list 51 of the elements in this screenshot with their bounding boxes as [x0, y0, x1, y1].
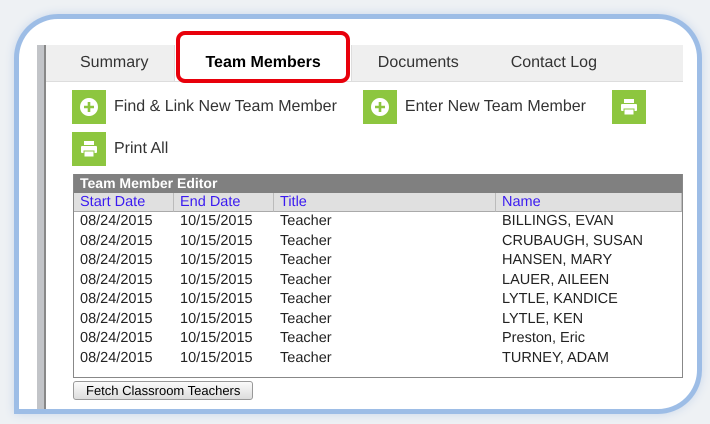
table-cell-text: 10/15/2015 — [179, 270, 254, 290]
table-cell-text: 08/24/2015 — [79, 310, 154, 328]
table-cell-text: TURNEY, ADAM — [501, 348, 610, 368]
tab[interactable]: Summary — [54, 45, 174, 81]
table-cell-text: 10/15/2015 — [179, 310, 254, 328]
table-cell-text: Teacher — [279, 348, 333, 368]
plus-icon — [79, 97, 99, 117]
table-cell-text: BILLINGS, EVAN — [501, 212, 615, 231]
table-cell-text: 10/15/2015 — [179, 348, 254, 368]
table-cell-text: 10/15/2015 — [179, 232, 254, 250]
tab[interactable]: Contact Log — [484, 45, 623, 81]
table-cell-text: 08/24/2015 — [79, 348, 154, 368]
table-cell-text: LAUER, AILEEN — [501, 270, 610, 290]
action-button[interactable]: Enter New Team Member — [362, 90, 586, 124]
table-cell-text: Teacher — [279, 290, 333, 309]
table-cell-text: Teacher — [279, 212, 333, 231]
table-cell-text: LYTLE, KANDICE — [501, 290, 619, 309]
column-header[interactable]: Title — [274, 193, 496, 212]
column-header[interactable]: End Date — [174, 193, 274, 212]
table-cell-text: LYTLE, KEN — [501, 310, 584, 328]
action-button[interactable]: Find & Link New Team Member — [72, 90, 337, 124]
table-cell-text: Teacher — [279, 232, 333, 250]
table-cell-text: 10/15/2015 — [179, 212, 254, 231]
table-cell-text: CRUBAUGH, SUSAN — [501, 232, 644, 250]
table-cell-text: 10/15/2015 — [179, 329, 254, 348]
table-cell-text: 08/24/2015 — [79, 270, 154, 290]
table-cell-text: 08/24/2015 — [79, 251, 154, 270]
table-cell-text: Teacher — [279, 251, 333, 270]
plus-icon — [370, 97, 390, 117]
table-cell-text: 08/24/2015 — [79, 232, 154, 250]
table-cell-text: 08/24/2015 — [79, 290, 154, 309]
table-cell-text: 08/24/2015 — [79, 329, 154, 348]
table-cell-text: Teacher — [279, 310, 333, 328]
table-cell-text: 10/15/2015 — [179, 290, 254, 309]
table-cell-text: Teacher — [279, 329, 333, 348]
column-header[interactable]: Name — [496, 193, 682, 212]
print-button[interactable] — [612, 90, 646, 124]
action-button[interactable]: Print All — [72, 132, 168, 166]
table-cell-text: Preston, Eric — [501, 329, 586, 348]
tab[interactable]: Team Members — [174, 45, 352, 81]
column-header[interactable]: Start Date — [74, 193, 174, 212]
table-cell-text: 08/24/2015 — [79, 212, 154, 231]
scrollbar[interactable] — [37, 45, 46, 409]
table-cell-text: 10/15/2015 — [179, 251, 254, 270]
table-title: Team Member Editor — [74, 174, 682, 193]
printer-icon — [79, 139, 99, 159]
table-cell-text: HANSEN, MARY — [501, 251, 614, 270]
table-cell-text: Teacher — [279, 270, 333, 290]
tab[interactable]: Documents — [352, 45, 485, 81]
printer-icon — [619, 97, 640, 117]
fetch-button[interactable]: Fetch Classroom Teachers — [73, 381, 254, 400]
